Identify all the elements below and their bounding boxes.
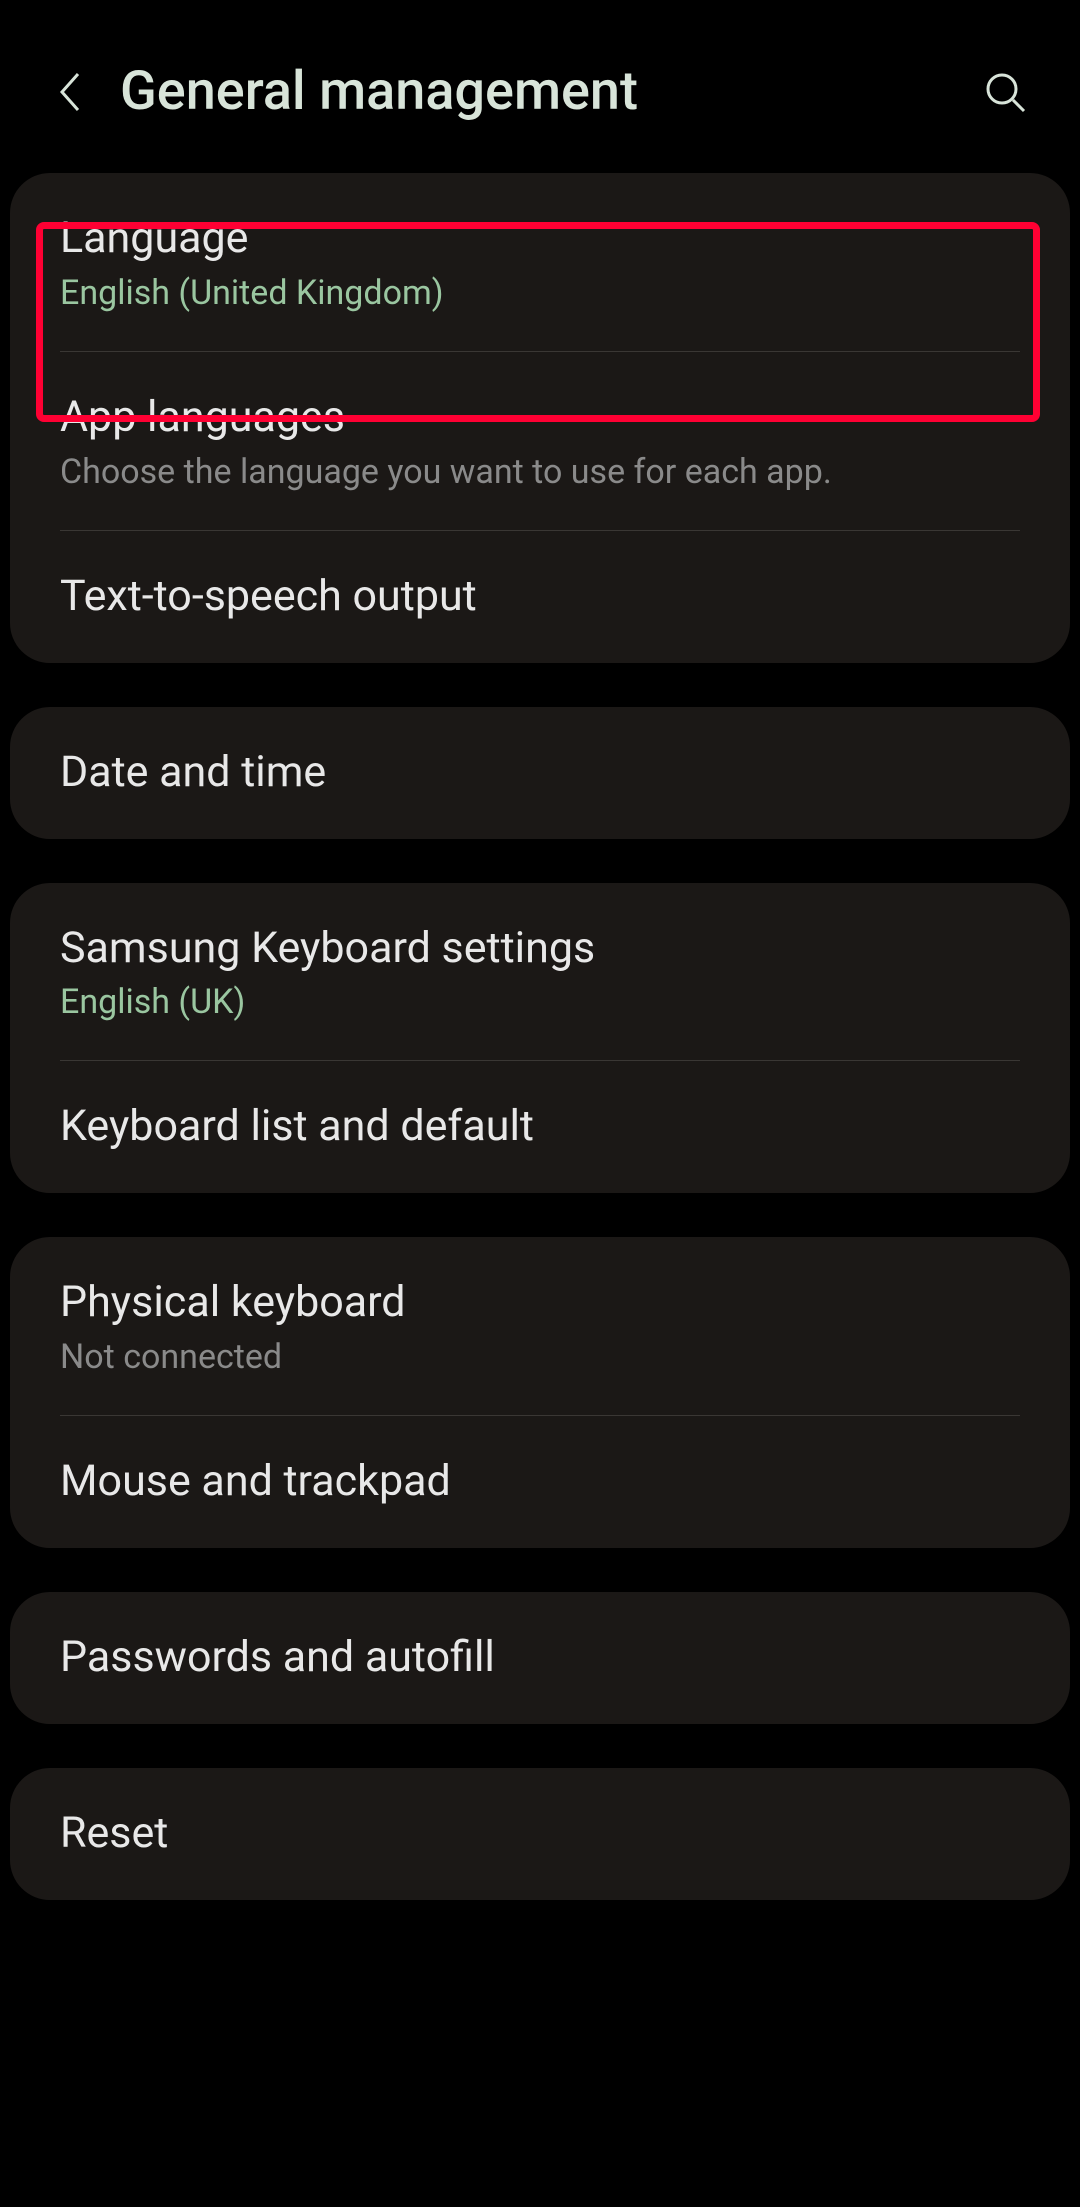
item-app-languages[interactable]: App languages Choose the language you wa… bbox=[10, 352, 1070, 530]
item-samsung-keyboard[interactable]: Samsung Keyboard settings English (UK) bbox=[10, 883, 1070, 1061]
header: General management bbox=[0, 0, 1080, 173]
item-title: Language bbox=[60, 211, 1020, 267]
group-passwords: Passwords and autofill bbox=[10, 1592, 1070, 1724]
search-icon bbox=[983, 70, 1027, 114]
group-language: Language English (United Kingdom) App la… bbox=[10, 173, 1070, 663]
item-title: Text-to-speech output bbox=[60, 569, 1020, 625]
item-physical-keyboard[interactable]: Physical keyboard Not connected bbox=[10, 1237, 1070, 1415]
back-icon bbox=[56, 70, 84, 114]
group-date-time: Date and time bbox=[10, 707, 1070, 839]
content: Language English (United Kingdom) App la… bbox=[0, 173, 1080, 1900]
item-title: Date and time bbox=[60, 745, 1020, 801]
item-title: Physical keyboard bbox=[60, 1275, 1020, 1331]
item-title: Mouse and trackpad bbox=[60, 1454, 1020, 1510]
item-title: Keyboard list and default bbox=[60, 1099, 1020, 1155]
item-date-time[interactable]: Date and time bbox=[10, 707, 1070, 839]
item-sub: English (UK) bbox=[60, 982, 1020, 1022]
item-sub: Choose the language you want to use for … bbox=[60, 452, 1020, 492]
item-title: Reset bbox=[60, 1806, 1020, 1862]
item-passwords-autofill[interactable]: Passwords and autofill bbox=[10, 1592, 1070, 1724]
item-reset[interactable]: Reset bbox=[10, 1768, 1070, 1900]
back-button[interactable] bbox=[50, 72, 90, 112]
item-sub: English (United Kingdom) bbox=[60, 273, 1020, 313]
page-title: General management bbox=[120, 60, 980, 123]
item-sub: Not connected bbox=[60, 1337, 1020, 1377]
item-keyboard-list[interactable]: Keyboard list and default bbox=[10, 1061, 1070, 1193]
item-mouse-trackpad[interactable]: Mouse and trackpad bbox=[10, 1416, 1070, 1548]
item-language[interactable]: Language English (United Kingdom) bbox=[10, 173, 1070, 351]
item-title: Samsung Keyboard settings bbox=[60, 921, 1020, 977]
item-title: Passwords and autofill bbox=[60, 1630, 1020, 1686]
search-button[interactable] bbox=[980, 67, 1030, 117]
item-title: App languages bbox=[60, 390, 1020, 446]
item-tts[interactable]: Text-to-speech output bbox=[10, 531, 1070, 663]
group-keyboard: Samsung Keyboard settings English (UK) K… bbox=[10, 883, 1070, 1194]
group-reset: Reset bbox=[10, 1768, 1070, 1900]
group-physical: Physical keyboard Not connected Mouse an… bbox=[10, 1237, 1070, 1548]
